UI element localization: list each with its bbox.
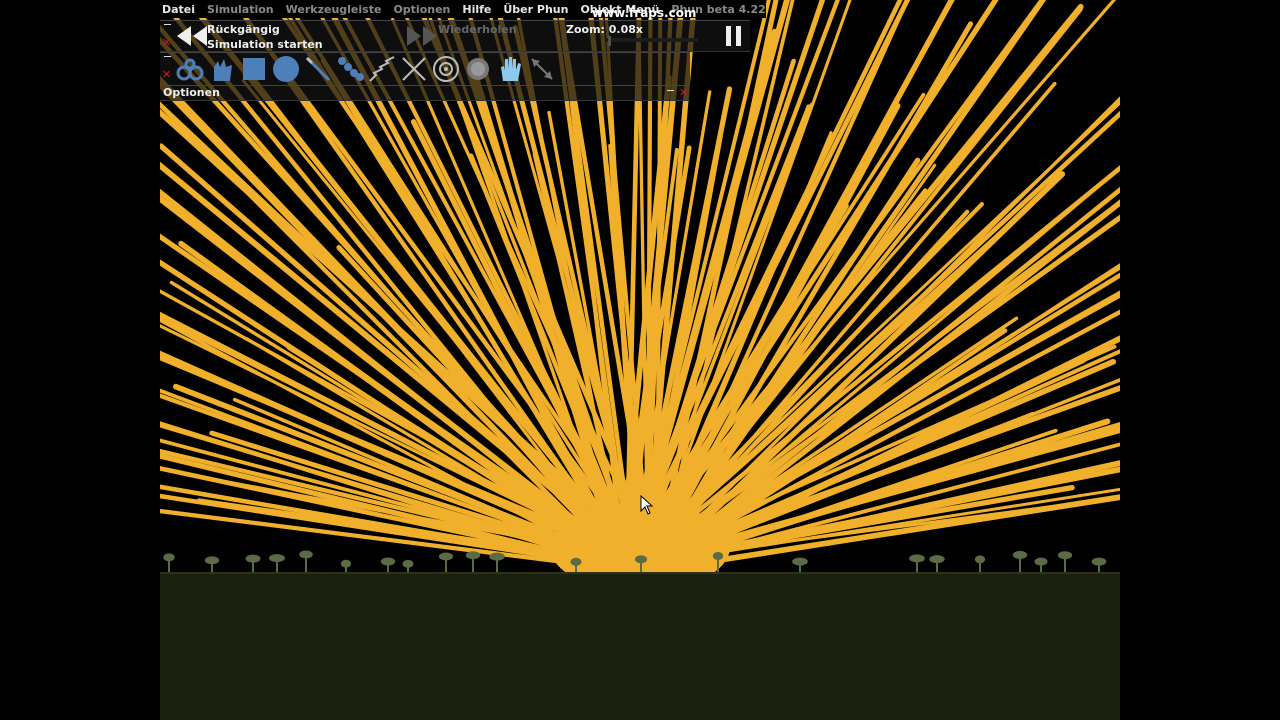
options-minimize-icon[interactable]: [667, 90, 674, 91]
menu-ueber-phun[interactable]: Über Phun: [503, 3, 568, 16]
options-label[interactable]: Optionen: [163, 86, 220, 99]
tree-crown: [1091, 557, 1107, 566]
fraps-watermark: www.fraps.com: [592, 6, 697, 20]
tree-crown: [712, 551, 724, 560]
panel-close-icon[interactable]: ✕: [162, 36, 171, 49]
toolbar-close-icon[interactable]: ✕: [162, 68, 171, 81]
tree-crown: [380, 557, 396, 566]
mouse-cursor-icon: [640, 495, 654, 515]
tree-crown: [1012, 550, 1028, 559]
tree-crown: [929, 555, 945, 564]
menu-optionen[interactable]: Optionen: [393, 3, 450, 16]
fast-forward-icon[interactable]: [406, 25, 438, 47]
redo-button[interactable]: Wiederholen: [438, 23, 517, 36]
knife-cross-icon[interactable]: [400, 55, 428, 83]
tree-crown: [245, 554, 261, 563]
options-close-icon[interactable]: ✕: [679, 86, 688, 99]
toolbar-minimize-icon[interactable]: [164, 56, 171, 57]
spring-chain-icon[interactable]: [336, 55, 364, 83]
menu-simulation[interactable]: Simulation: [207, 3, 274, 16]
tool-panel: ✕: [160, 52, 690, 86]
tree-crown: [402, 559, 414, 568]
rewind-icon[interactable]: [176, 25, 208, 47]
chain-tool-icon[interactable]: [176, 55, 204, 83]
options-panel: Optionen ✕: [160, 85, 690, 101]
tree-crown: [340, 559, 352, 568]
tree-crown: [438, 552, 454, 561]
scale-arrow-icon[interactable]: [528, 55, 556, 83]
tree-crown: [269, 554, 285, 563]
tree-crown: [634, 555, 648, 564]
tree-crown: [792, 557, 808, 566]
tree-crown: [299, 550, 313, 559]
ground-plane: [160, 572, 1120, 720]
tree-crown: [163, 553, 175, 562]
phun-window: Datei Simulation Werkzeugleiste Optionen…: [160, 0, 1120, 720]
tree-crown: [465, 551, 481, 560]
brush-tool-icon[interactable]: [304, 55, 332, 83]
move-hand-icon[interactable]: [496, 55, 524, 83]
gear-icon[interactable]: [464, 55, 492, 83]
start-simulation-button[interactable]: Simulation starten: [207, 38, 323, 51]
menu-datei[interactable]: Datei: [162, 3, 195, 16]
simulation-canvas[interactable]: [160, 0, 1120, 720]
menu-hilfe[interactable]: Hilfe: [462, 3, 491, 16]
tree-crown: [909, 554, 925, 563]
circle-tool-icon[interactable]: [272, 55, 300, 83]
tree-crown: [1057, 551, 1073, 560]
tree-crown: [1034, 557, 1048, 566]
undo-button[interactable]: Rückgängig: [207, 23, 280, 36]
tree-crown: [974, 555, 986, 564]
zigzag-spring-icon[interactable]: [368, 55, 396, 83]
zoom-label: Zoom: 0.08x: [566, 23, 644, 36]
pause-icon[interactable]: [724, 25, 744, 47]
menu-werkzeugleiste[interactable]: Werkzeugleiste: [286, 3, 382, 16]
tree-crown: [489, 552, 505, 561]
panel-minimize-icon[interactable]: [164, 24, 171, 25]
axle-target-icon[interactable]: [432, 55, 460, 83]
hand-drag-icon[interactable]: [208, 55, 236, 83]
simulation-panel: ✕ Rückgängig Simulation starten Wiederho…: [160, 20, 750, 52]
tree-crown: [204, 556, 220, 565]
box-tool-icon[interactable]: [240, 55, 268, 83]
tree-crown: [570, 557, 582, 566]
